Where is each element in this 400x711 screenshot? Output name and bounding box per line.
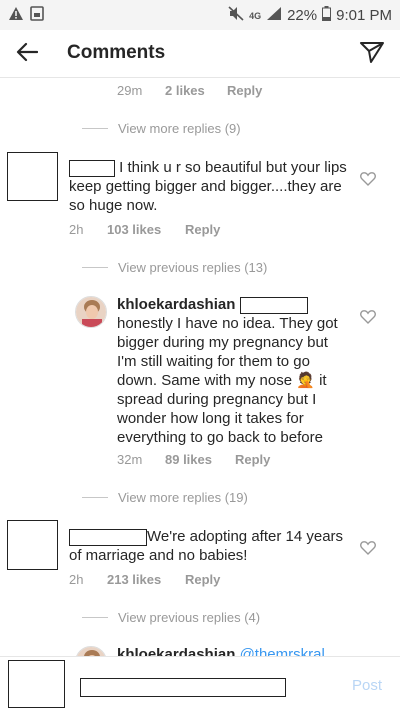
view-more-replies-label: View more replies (19): [118, 490, 248, 505]
status-bar: 4G 22% 9:01 PM: [0, 0, 400, 30]
view-previous-replies-button[interactable]: View previous replies (13): [82, 260, 267, 275]
like-button[interactable]: [360, 310, 378, 326]
comment-likes[interactable]: 2 likes: [165, 83, 227, 98]
comment-username[interactable]: khloekardashian: [117, 296, 235, 313]
comment-mention[interactable]: @themrskral: [240, 646, 325, 656]
comments-list[interactable]: 29m 2 likes Reply View more replies (9) …: [0, 78, 400, 656]
comment-likes[interactable]: 213 likes: [107, 572, 185, 587]
comment-time: 29m: [117, 83, 143, 98]
avatar[interactable]: [7, 520, 58, 570]
back-button[interactable]: [10, 39, 44, 69]
comment-composer: Post: [0, 656, 400, 711]
comment-time: 2h: [69, 222, 84, 237]
divider: [82, 497, 108, 498]
heart-icon: [360, 172, 376, 190]
view-more-replies-button[interactable]: View more replies (9): [82, 121, 241, 136]
page-title: Comments: [67, 42, 166, 63]
post-button[interactable]: Post: [352, 677, 382, 694]
screenshot-icon: [30, 6, 44, 26]
comment-meta: 2h 213 likes Reply: [69, 572, 220, 587]
redacted-username[interactable]: [69, 528, 147, 546]
battery-percent: 22%: [287, 7, 318, 24]
comment-time: 32m: [117, 452, 143, 467]
avatar: [8, 660, 65, 708]
reply-button[interactable]: Reply: [185, 572, 220, 587]
share-button[interactable]: [356, 39, 388, 69]
signal-icon: [266, 6, 282, 25]
clock: 9:01 PM: [336, 7, 392, 24]
avatar[interactable]: [75, 296, 107, 328]
mute-icon: [228, 6, 244, 25]
comment-username[interactable]: khloekardashian: [117, 646, 235, 656]
like-button[interactable]: [360, 541, 378, 557]
comment-text: honestly I have no idea. They got bigger…: [117, 315, 338, 446]
comment-body: We're adopting after 14 years of marriag…: [69, 527, 349, 565]
view-previous-replies-button[interactable]: View previous replies (4): [82, 610, 260, 625]
avatar[interactable]: [7, 152, 58, 201]
heart-icon: [360, 310, 376, 328]
comment-meta: 2h 103 likes Reply: [69, 222, 220, 237]
view-more-replies-label: View more replies (9): [118, 121, 241, 136]
view-previous-replies-label: View previous replies (4): [118, 610, 261, 625]
heart-icon: [360, 541, 376, 559]
reply-button[interactable]: Reply: [185, 222, 220, 237]
view-previous-replies-label: View previous replies (13): [118, 260, 268, 275]
comment-body: khloekardashian honestly I have no idea.…: [117, 295, 347, 447]
network-label: 4G: [249, 10, 262, 21]
comment-likes[interactable]: 103 likes: [107, 222, 185, 237]
comment-body: I think u r so beautiful but your lips k…: [69, 158, 349, 215]
view-more-replies-button[interactable]: View more replies (19): [82, 490, 248, 505]
reply-button[interactable]: Reply: [227, 83, 262, 98]
comment-meta: 29m 2 likes Reply: [117, 83, 262, 98]
warning-icon: [8, 6, 24, 26]
battery-icon: [322, 6, 332, 25]
send-icon: [359, 40, 385, 69]
comments-header: Comments: [0, 30, 400, 78]
comment-input[interactable]: [80, 678, 286, 697]
divider: [82, 267, 108, 268]
comment-likes[interactable]: 89 likes: [165, 452, 235, 467]
avatar[interactable]: [75, 646, 107, 656]
comment-body: khloekardashian @themrskral: [117, 645, 357, 656]
comment-time: 2h: [69, 572, 84, 587]
reply-button[interactable]: Reply: [235, 452, 270, 467]
redacted-username[interactable]: [69, 159, 115, 177]
arrow-left-icon: [16, 42, 39, 67]
comment-meta: 32m 89 likes Reply: [117, 452, 270, 467]
divider: [82, 128, 108, 129]
divider: [82, 617, 108, 618]
like-button[interactable]: [360, 172, 378, 188]
redacted-mention[interactable]: [239, 296, 308, 314]
